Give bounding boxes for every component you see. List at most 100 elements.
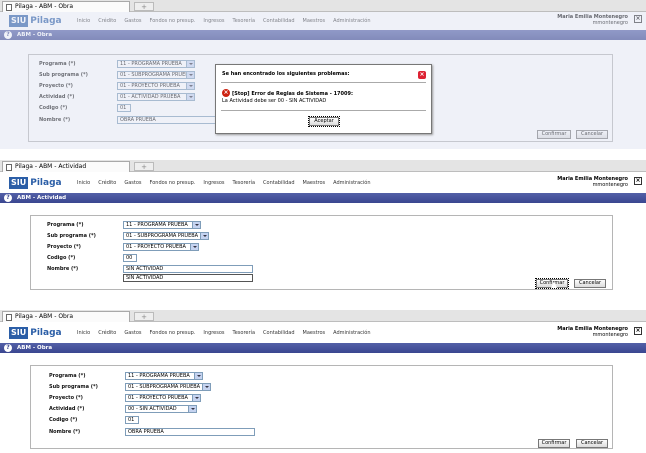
nombre-input[interactable]: SIN ACTIVIDAD <box>123 265 253 273</box>
divider <box>221 110 426 111</box>
close-icon[interactable]: × <box>634 327 642 335</box>
programa-label: Programa (*) <box>47 222 84 228</box>
page-icon <box>6 4 12 11</box>
user-info: Maria Emilia Montenegro mmontenegro <box>557 176 628 188</box>
menu-item-maestros[interactable]: Maestros <box>303 180 326 186</box>
menu-item-ingresos[interactable]: Ingresos <box>203 330 224 336</box>
error-icon: × <box>222 89 230 97</box>
chevron-down-icon <box>202 384 210 390</box>
screenshot-obra-error: Pilaga - ABM - Obra + SIU Pilaga Inicio Cr… <box>0 0 646 149</box>
close-icon[interactable]: × <box>418 71 426 79</box>
menu-item-administracion[interactable]: Administración <box>333 330 370 336</box>
browser-tabbar: Pilaga - ABM - Obra + <box>0 310 646 322</box>
page-icon <box>6 314 12 321</box>
menu-item-fondos[interactable]: Fondos no presup. <box>150 180 196 186</box>
programa-label: Programa (*) <box>49 373 86 379</box>
menu-item-credito[interactable]: Crédito <box>98 180 116 186</box>
new-tab-button[interactable]: + <box>134 312 154 321</box>
subprograma-label: Sub programa (*) <box>47 233 96 239</box>
browser-tabbar: Pilaga - ABM - Actividad + <box>0 160 646 172</box>
tab-title: Pilaga - ABM - Obra <box>15 313 74 320</box>
dialog-title: Se han encontrado los siguientes problem… <box>222 71 350 77</box>
proyecto-label: Proyecto (*) <box>49 395 83 401</box>
autocomplete-suggestion[interactable]: SIN ACTIVIDAD <box>123 274 253 282</box>
cancel-button[interactable]: Cancelar <box>576 439 608 448</box>
dialog-error-message: La Actividad debe ser 00 - SIN ACTIVIDAD <box>222 98 327 104</box>
actividad-label: Actividad (*) <box>49 406 85 412</box>
new-tab-button[interactable]: + <box>134 162 154 171</box>
form-container: Programa (*) 11 - PROGRAMA PRUEBA Sub pro… <box>30 365 613 449</box>
mouse-pointer-icon <box>529 441 535 448</box>
browser-tab[interactable]: Pilaga - ABM - Obra <box>2 311 130 322</box>
user-info: Maria Emilia Montenegro mmontenegro <box>557 326 628 338</box>
page-icon <box>6 164 12 171</box>
confirm-button[interactable]: Confirmar <box>538 439 570 448</box>
programa-select[interactable]: 11 - PROGRAMA PRUEBA <box>125 372 203 380</box>
codigo-label: Codigo (*) <box>49 417 78 423</box>
menu-item-inicio[interactable]: Inicio <box>77 330 90 336</box>
app-header: SIU Pilaga Inicio Crédito Gastos Fondos no p… <box>0 324 646 342</box>
browser-tab[interactable]: Pilaga - ABM - Obra <box>2 1 130 12</box>
subprograma-label: Sub programa (*) <box>49 384 98 390</box>
main-menu: Inicio Crédito Gastos Fondos no presup. Ingr… <box>77 180 379 186</box>
tab-title: Pilaga - ABM - Actividad <box>15 163 87 170</box>
codigo-input[interactable]: 01 <box>125 416 139 424</box>
menu-item-ingresos[interactable]: Ingresos <box>203 180 224 186</box>
screenshot-actividad: Pilaga - ABM - Actividad + SIU Pilaga Ini… <box>0 160 646 293</box>
app-header: SIU Pilaga Inicio Crédito Gastos Fondos no p… <box>0 174 646 192</box>
codigo-input[interactable]: 00 <box>123 254 137 262</box>
menu-item-tesoreria[interactable]: Tesorería <box>233 180 255 186</box>
dialog-error-heading: [Stop] Error de Reglas de Sistema - 1700… <box>232 91 353 97</box>
browser-tab[interactable]: Pilaga - ABM - Actividad <box>2 161 130 172</box>
help-icon[interactable]: ? <box>4 194 12 202</box>
app-logo[interactable]: SIU Pilaga <box>9 177 62 189</box>
tab-title: Pilaga - ABM - Obra <box>15 3 74 10</box>
menu-item-fondos[interactable]: Fondos no presup. <box>150 330 196 336</box>
form-container: Programa (*) 11 - PROGRAMA PRUEBA Sub pro… <box>30 215 613 290</box>
page-title: ABM - Actividad <box>17 195 67 201</box>
proyecto-select[interactable]: 01 - PROYECTO PRUEBA <box>125 394 201 402</box>
mouse-pointer-icon <box>551 281 557 288</box>
codigo-label: Codigo (*) <box>47 255 76 261</box>
chevron-down-icon <box>192 222 200 228</box>
menu-item-credito[interactable]: Crédito <box>98 330 116 336</box>
menu-item-administracion[interactable]: Administración <box>333 180 370 186</box>
chevron-down-icon <box>200 233 208 239</box>
menu-item-contabilidad[interactable]: Contabilidad <box>263 180 295 186</box>
screenshot-obra-fixed: Pilaga - ABM - Obra + SIU Pilaga Inicio Cr… <box>0 310 646 453</box>
user-login: mmontenegro <box>592 332 628 338</box>
programa-select[interactable]: 11 - PROGRAMA PRUEBA <box>123 221 201 229</box>
user-login: mmontenegro <box>592 182 628 188</box>
cancel-button[interactable]: Cancelar <box>574 279 606 288</box>
menu-item-gastos[interactable]: Gastos <box>124 330 141 336</box>
accept-button[interactable]: Aceptar <box>308 116 340 127</box>
help-icon[interactable]: ? <box>4 344 12 352</box>
chevron-down-icon <box>194 373 202 379</box>
page-titlebar: ? ABM - Obra <box>0 343 646 353</box>
chevron-down-icon <box>192 395 200 401</box>
close-icon[interactable]: × <box>634 177 642 185</box>
menu-item-tesoreria[interactable]: Tesorería <box>233 330 255 336</box>
subprograma-select[interactable]: 01 - SUBPROGRAMA PRUEBA <box>125 383 211 391</box>
chevron-down-icon <box>188 406 196 412</box>
main-menu: Inicio Crédito Gastos Fondos no presup. Ingr… <box>77 330 379 336</box>
page-titlebar: ? ABM - Actividad <box>0 193 646 203</box>
nombre-input[interactable]: OBRA PRUEBA <box>125 428 255 436</box>
nombre-label: Nombre (*) <box>49 429 81 435</box>
nombre-label: Nombre (*) <box>47 266 79 272</box>
menu-item-contabilidad[interactable]: Contabilidad <box>263 330 295 336</box>
app-logo[interactable]: SIU Pilaga <box>9 327 62 339</box>
proyecto-label: Proyecto (*) <box>47 244 81 250</box>
proyecto-select[interactable]: 01 - PROYECTO PRUEBA <box>123 243 199 251</box>
error-dialog: Se han encontrado los siguientes problem… <box>215 64 432 134</box>
divider <box>221 82 426 83</box>
chevron-down-icon <box>190 244 198 250</box>
browser-tabbar: Pilaga - ABM - Obra + <box>0 0 646 12</box>
menu-item-maestros[interactable]: Maestros <box>303 330 326 336</box>
new-tab-button[interactable]: + <box>134 2 154 11</box>
menu-item-gastos[interactable]: Gastos <box>124 180 141 186</box>
menu-item-inicio[interactable]: Inicio <box>77 180 90 186</box>
page-title: ABM - Obra <box>17 345 53 351</box>
subprograma-select[interactable]: 01 - SUBPROGRAMA PRUEBA <box>123 232 209 240</box>
actividad-select[interactable]: 00 - SIN ACTIVIDAD <box>125 405 197 413</box>
